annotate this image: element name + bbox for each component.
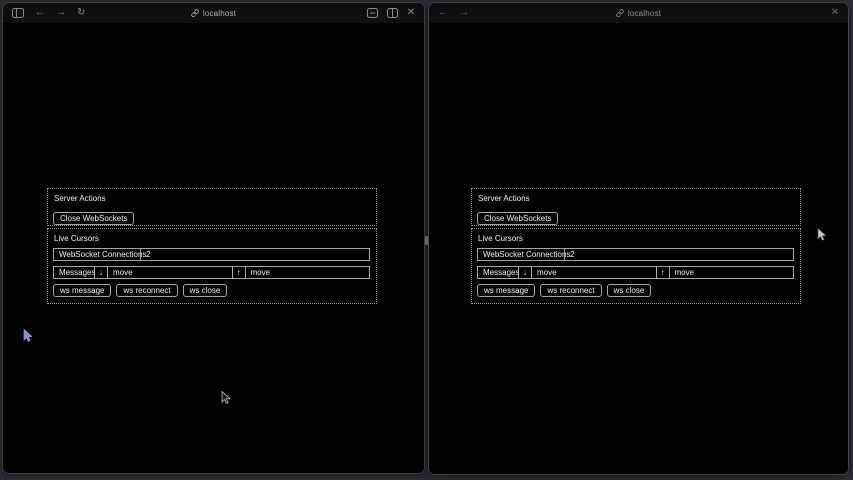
link-icon xyxy=(616,9,624,17)
connections-label: WebSocket Connections xyxy=(478,249,564,260)
connections-row: WebSocket Connections 2 xyxy=(477,248,794,261)
back-icon[interactable]: ← xyxy=(35,8,45,18)
ws-message-button[interactable]: ws message xyxy=(53,284,111,297)
address-text[interactable]: localhost xyxy=(628,9,661,18)
page-content: Server Actions Close WebSockets Live Cur… xyxy=(429,23,848,474)
messages-label: Messages xyxy=(478,267,518,278)
incoming-arrow-icon: ↓ xyxy=(518,267,531,278)
reader-view-icon[interactable] xyxy=(367,8,378,18)
live-cursors-section: Live Cursors WebSocket Connections 2 Mes… xyxy=(47,228,377,304)
titlebar: ← → localhost ✕ xyxy=(429,3,848,23)
ws-buttons-row: ws message ws reconnect ws close xyxy=(477,284,794,297)
connections-row: WebSocket Connections 2 xyxy=(53,248,370,261)
split-view-icon[interactable] xyxy=(387,8,398,18)
server-actions-section: Server Actions Close WebSockets xyxy=(47,188,377,226)
ws-buttons-row: ws message ws reconnect ws close xyxy=(53,284,370,297)
live-cursors-legend: Live Cursors xyxy=(54,234,370,243)
close-websockets-button[interactable]: Close WebSockets xyxy=(477,212,558,225)
messages-label: Messages xyxy=(54,267,94,278)
connections-value: 2 xyxy=(140,249,369,260)
forward-icon[interactable]: → xyxy=(459,8,469,18)
outgoing-event-value: move xyxy=(669,267,794,278)
incoming-arrow-icon: ↓ xyxy=(94,267,107,278)
outgoing-arrow-icon: ↑ xyxy=(232,267,245,278)
address-text[interactable]: localhost xyxy=(203,9,236,18)
outgoing-event-value: move xyxy=(245,267,370,278)
server-actions-section: Server Actions Close WebSockets xyxy=(471,188,801,226)
incoming-event-value: move xyxy=(531,267,656,278)
live-cursors-legend: Live Cursors xyxy=(478,234,794,243)
back-icon[interactable]: ← xyxy=(438,8,448,18)
ws-message-button[interactable]: ws message xyxy=(477,284,535,297)
browser-window-left: ← → ↻ localhost xyxy=(2,2,425,474)
close-websockets-button[interactable]: Close WebSockets xyxy=(53,212,134,225)
window-resize-handle[interactable] xyxy=(425,236,428,245)
ws-reconnect-button[interactable]: ws reconnect xyxy=(540,284,601,297)
page-content: Server Actions Close WebSockets Live Cur… xyxy=(3,23,424,473)
incoming-event-value: move xyxy=(107,267,232,278)
ws-close-button[interactable]: ws close xyxy=(183,284,228,297)
ws-reconnect-button[interactable]: ws reconnect xyxy=(116,284,177,297)
connections-value: 2 xyxy=(564,249,793,260)
reload-icon[interactable]: ↻ xyxy=(77,8,85,18)
live-cursors-section: Live Cursors WebSocket Connections 2 Mes… xyxy=(471,228,801,304)
sidebar-toggle-icon[interactable] xyxy=(12,8,24,18)
forward-icon[interactable]: → xyxy=(56,8,66,18)
link-icon xyxy=(191,9,199,17)
server-actions-legend: Server Actions xyxy=(54,194,370,203)
outgoing-arrow-icon: ↑ xyxy=(656,267,669,278)
messages-row: Messages ↓ move ↑ move xyxy=(53,266,370,279)
connections-label: WebSocket Connections xyxy=(54,249,140,260)
titlebar: ← → ↻ localhost xyxy=(3,3,424,23)
close-window-icon[interactable]: ✕ xyxy=(831,8,839,18)
browser-window-right: ← → localhost ✕ Server Actions Close Web… xyxy=(428,2,849,475)
ws-close-button[interactable]: ws close xyxy=(607,284,652,297)
messages-row: Messages ↓ move ↑ move xyxy=(477,266,794,279)
server-actions-legend: Server Actions xyxy=(478,194,794,203)
close-window-icon[interactable]: ✕ xyxy=(407,8,415,18)
